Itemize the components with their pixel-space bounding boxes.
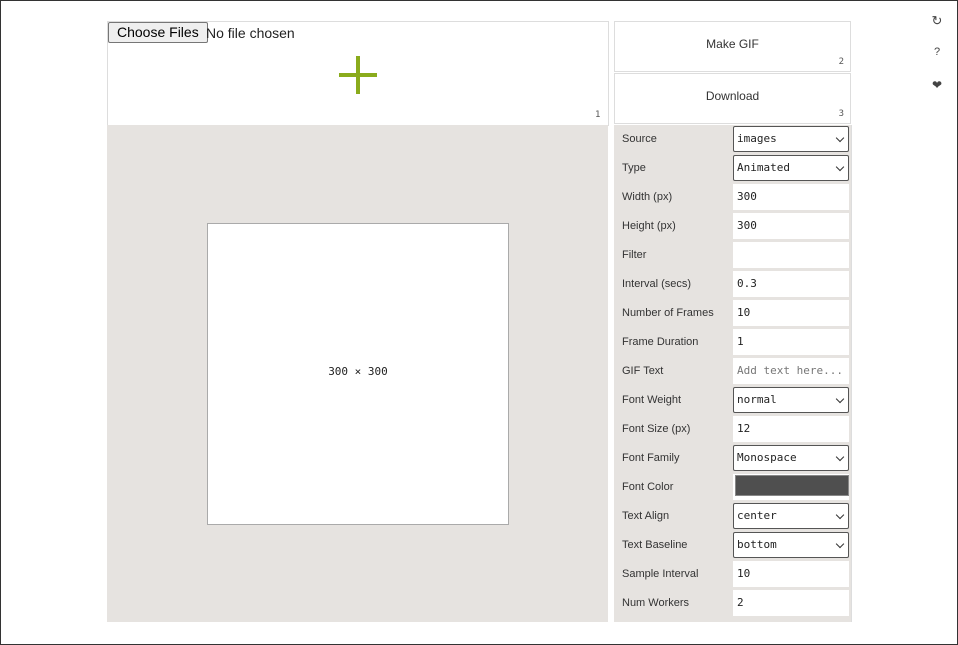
step-badge: 3 — [838, 109, 844, 119]
upload-dropzone[interactable]: Choose Files No file chosen 1 — [107, 21, 609, 126]
select-value: Monospace — [737, 451, 797, 464]
select-value: images — [737, 132, 777, 145]
file-status: No file chosen — [206, 25, 295, 41]
settings-label: Height (px) — [622, 220, 676, 232]
select-value: normal — [737, 393, 777, 406]
canvas-size-label: 300 × 300 — [328, 365, 388, 378]
color-picker[interactable] — [733, 474, 849, 500]
settings-label: Text Baseline — [622, 539, 688, 551]
settings-input[interactable]: 12 — [733, 416, 849, 442]
settings-row: Type Animated — [614, 154, 851, 182]
settings-input[interactable]: 0.3 — [733, 271, 849, 297]
choose-files-button[interactable]: Choose Files — [108, 22, 208, 43]
download-button[interactable]: Download 3 — [614, 73, 851, 124]
settings-row: Sample Interval 10 — [614, 560, 851, 588]
chevron-down-icon — [835, 452, 845, 462]
settings-label: Font Size (px) — [622, 423, 691, 435]
settings-label: Width (px) — [622, 191, 673, 203]
make-gif-label: Make GIF — [706, 37, 759, 51]
chevron-down-icon — [835, 162, 845, 172]
settings-select[interactable]: Animated — [733, 155, 849, 181]
step-badge: 2 — [838, 57, 844, 67]
settings-label: Font Family — [622, 452, 680, 464]
chevron-down-icon — [835, 539, 845, 549]
settings-input[interactable]: 2 — [733, 590, 849, 616]
settings-select[interactable]: Monospace — [733, 445, 849, 471]
settings-panel: Source images Type Animated Width (px) 300 Hei… — [614, 125, 852, 622]
settings-row: Font Color — [614, 473, 851, 501]
heart-icon[interactable]: ❤ — [929, 78, 945, 92]
settings-label: Num Workers — [622, 597, 690, 609]
settings-row: GIF Text Add text here... — [614, 357, 851, 385]
settings-row: Text Baseline bottom — [614, 531, 851, 559]
settings-row: Source images — [614, 125, 851, 153]
select-value: Animated — [737, 161, 790, 174]
help-icon[interactable]: ? — [929, 46, 945, 58]
settings-label: GIF Text — [622, 365, 664, 377]
settings-row: Font Weight normal — [614, 386, 851, 414]
settings-row: Font Family Monospace — [614, 444, 851, 472]
settings-select[interactable]: bottom — [733, 532, 849, 558]
settings-label: Filter — [622, 249, 647, 261]
chevron-down-icon — [835, 133, 845, 143]
settings-select[interactable]: center — [733, 503, 849, 529]
plus-icon[interactable] — [339, 56, 377, 94]
chevron-down-icon — [835, 510, 845, 520]
settings-label: Sample Interval — [622, 568, 699, 580]
preview-area: 300 × 300 — [107, 125, 608, 622]
settings-input[interactable]: 10 — [733, 300, 849, 326]
settings-label: Font Weight — [622, 394, 682, 406]
settings-label: Text Align — [622, 510, 670, 522]
select-value: bottom — [737, 538, 777, 551]
settings-input[interactable]: 300 — [733, 184, 849, 210]
settings-row: Interval (secs) 0.3 — [614, 270, 851, 298]
step-badge: 1 — [595, 110, 601, 120]
settings-row: Text Align center — [614, 502, 851, 530]
settings-label: Number of Frames — [622, 307, 714, 319]
settings-input[interactable] — [733, 242, 849, 268]
settings-label: Frame Duration — [622, 336, 699, 348]
settings-label: Source — [622, 133, 657, 145]
color-swatch[interactable] — [735, 475, 849, 496]
settings-input[interactable]: 300 — [733, 213, 849, 239]
settings-select[interactable]: normal — [733, 387, 849, 413]
make-gif-button[interactable]: Make GIF 2 — [614, 21, 851, 72]
settings-row: Width (px) 300 — [614, 183, 851, 211]
settings-label: Interval (secs) — [622, 278, 692, 290]
settings-row: Font Size (px) 12 — [614, 415, 851, 443]
select-value: center — [737, 509, 777, 522]
settings-row: Frame Duration 1 — [614, 328, 851, 356]
settings-input[interactable]: Add text here... — [733, 358, 849, 384]
settings-label: Font Color — [622, 481, 674, 493]
settings-row: Height (px) 300 — [614, 212, 851, 240]
download-label: Download — [705, 89, 760, 103]
settings-input[interactable]: 1 — [733, 329, 849, 355]
settings-select[interactable]: images — [733, 126, 849, 152]
gif-canvas: 300 × 300 — [207, 223, 509, 525]
refresh-icon[interactable]: ↻ — [929, 13, 945, 29]
settings-input[interactable]: 10 — [733, 561, 849, 587]
settings-label: Type — [622, 162, 646, 174]
settings-row: Number of Frames 10 — [614, 299, 851, 327]
settings-row: Filter — [614, 241, 851, 269]
chevron-down-icon — [835, 394, 845, 404]
settings-row: Num Workers 2 — [614, 589, 851, 617]
